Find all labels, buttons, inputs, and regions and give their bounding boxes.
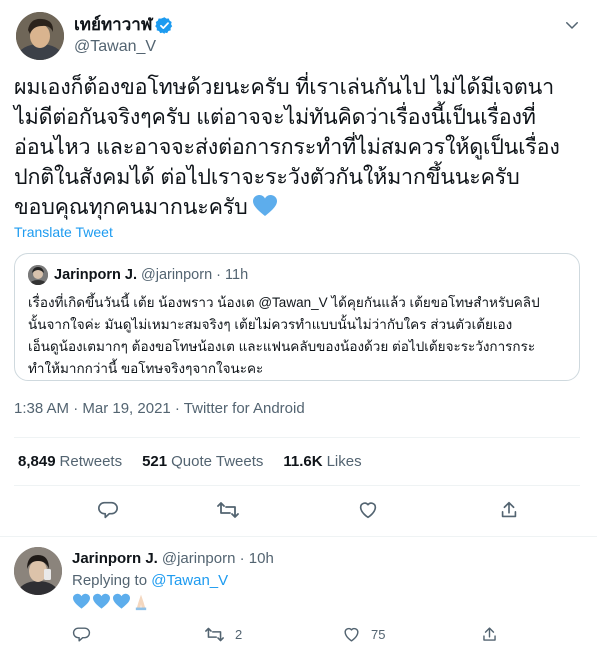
replying-to-link[interactable]: @Tawan_V <box>151 572 228 589</box>
blue-heart-emoji <box>112 593 131 610</box>
tweet-header: เทย์ทาวาฬ @Tawan_V <box>16 12 581 62</box>
stat-label: Retweets <box>59 453 123 470</box>
retweet-icon <box>216 499 240 521</box>
reply-header: Jarinporn J. @jarinporn · 10h <box>72 549 274 569</box>
tweet-text-line: ขอบคุณทุกคนมากนะครับ <box>14 195 248 219</box>
reply-icon <box>72 625 91 644</box>
stat-label: Quote Tweets <box>171 453 264 470</box>
tweet-text: ผมเองก็ต้องขอโทษด้วยนะครับ ที่เราเล่นกัน… <box>14 72 584 222</box>
quoted-text-line: เรื่องที่เกิดขึ้นวันนี้ เต้ย น้องพราว น้… <box>28 295 540 310</box>
reply-author-handle-time[interactable]: @jarinporn · 10h <box>162 550 274 567</box>
divider <box>0 536 597 537</box>
reply-button[interactable] <box>72 625 91 644</box>
retweet-button[interactable]: 2 <box>204 625 242 644</box>
heart-icon <box>342 625 361 644</box>
retweet-button[interactable] <box>215 497 241 523</box>
quoted-tweet-header: Jarinporn J. @jarinporn · 11h <box>28 265 248 285</box>
share-icon <box>480 625 499 644</box>
stat-value: 8,849 <box>18 453 56 470</box>
reply-author-name[interactable]: Jarinporn J. <box>72 550 158 567</box>
tweet-text-line: ไม่ดีต่อกันจริงๆครับ แต่อาจจะไม่ทันคิดว่… <box>14 105 536 129</box>
verified-badge-icon <box>155 16 174 35</box>
reply-tweet[interactable]: Jarinporn J. @jarinporn · 10h Replying to… <box>0 545 597 655</box>
tweet-actions <box>0 497 597 523</box>
like-count: 75 <box>371 627 386 642</box>
translate-tweet-link[interactable]: Translate Tweet <box>14 223 113 241</box>
reply-icon <box>97 499 119 521</box>
replying-to: Replying to @Tawan_V <box>72 571 228 591</box>
author-display-name[interactable]: เทย์ทาวาฬ <box>74 14 152 36</box>
chevron-down-icon[interactable] <box>563 16 581 34</box>
blue-heart-emoji <box>72 593 91 610</box>
retweet-count: 2 <box>235 627 243 642</box>
like-button[interactable] <box>355 497 381 523</box>
retweet-icon <box>204 625 225 644</box>
likes-stat[interactable]: 11.6K Likes <box>283 452 361 472</box>
quoted-text-line: นั้นจากใจค่ะ มันดูไม่เหมาะสมจริงๆ เต้ยไม… <box>28 317 513 332</box>
author-name[interactable]: เทย์ทาวาฬ <box>74 14 174 36</box>
tweet-text-line: ผมเองก็ต้องขอโทษด้วยนะครับ ที่เราเล่นกัน… <box>14 75 554 99</box>
share-icon <box>498 499 520 521</box>
quoted-tweet[interactable]: Jarinporn J. @jarinporn · 11h เรื่องที่เ… <box>14 253 580 381</box>
blue-heart-emoji <box>252 194 278 218</box>
stat-value: 521 <box>142 453 168 470</box>
stat-label: Likes <box>326 453 362 470</box>
heart-icon <box>357 499 379 521</box>
retweets-stat[interactable]: 8,849 Retweets <box>18 452 122 472</box>
quoted-tweet-text: เรื่องที่เกิดขึ้นวันนี้ เต้ย น้องพราว น้… <box>28 292 573 380</box>
divider <box>14 437 580 438</box>
quote-tweets-stat[interactable]: 521 Quote Tweets <box>142 452 263 472</box>
like-button[interactable]: 75 <box>342 625 385 644</box>
author-handle[interactable]: @Tawan_V <box>74 36 174 58</box>
reply-text <box>72 592 150 611</box>
folded-hands-emoji <box>132 592 150 611</box>
quoted-author-name: Jarinporn J. <box>54 267 137 283</box>
reply-actions: 2 75 <box>0 625 597 647</box>
divider <box>14 485 580 486</box>
blue-heart-emoji <box>92 593 111 610</box>
author: เทย์ทาวาฬ @Tawan_V <box>74 14 174 58</box>
tweet-stats: 8,849 Retweets 521 Quote Tweets 11.6K Likes <box>18 452 382 472</box>
quoted-text-line: ทำให้มากกว่านี้ ขอโทษจริงๆจากใจนะคะ <box>28 361 264 376</box>
tweet-text-line: อ่อนไหว และอาจจะส่งต่อการกระทำที่ไม่สมคว… <box>14 135 560 159</box>
avatar[interactable] <box>16 12 64 60</box>
quoted-text-line: เอ็นดูน้องเตมากๆ ต้องขอโทษน้องเต และแฟนค… <box>28 339 536 354</box>
replying-prefix: Replying to <box>72 572 148 589</box>
tweet-timestamp[interactable]: 1:38 AM · Mar 19, 2021 · Twitter for And… <box>14 399 305 419</box>
avatar[interactable] <box>14 547 62 595</box>
tweet-text-line: ปกติในสังคมได้ ต่อไปเราจะระวังตัวกันให้ม… <box>14 165 520 189</box>
reply-button[interactable] <box>95 497 121 523</box>
avatar <box>28 265 48 285</box>
share-button[interactable] <box>480 625 499 644</box>
quoted-author-handle-time: @jarinporn · 11h <box>141 267 249 283</box>
stat-value: 11.6K <box>283 453 323 470</box>
share-button[interactable] <box>496 497 522 523</box>
tweet-text-line-with-emoji: ขอบคุณทุกคนมากนะครับ <box>14 192 584 222</box>
